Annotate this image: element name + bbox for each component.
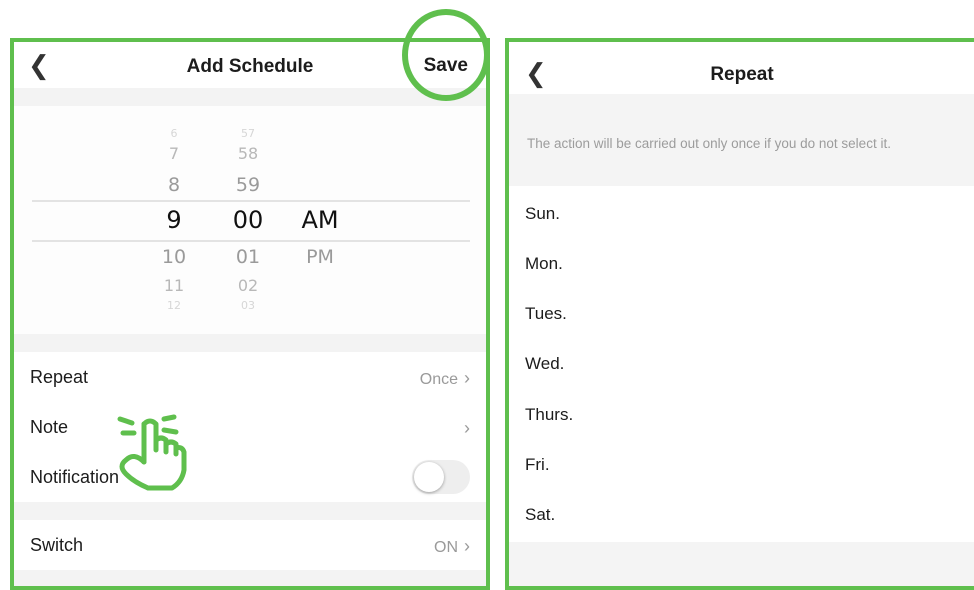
picker-minute-option[interactable]: 59 xyxy=(213,176,283,195)
page-title: Repeat xyxy=(710,64,774,85)
notification-row: Notification xyxy=(14,452,486,502)
day-option-fri[interactable]: Fri. xyxy=(525,455,550,475)
repeat-panel: ❮ Repeat The action will be carried out … xyxy=(505,38,974,590)
time-picker[interactable]: 6 7 8 9 10 11 12 57 58 59 00 01 02 03 AM… xyxy=(14,106,486,334)
note-row[interactable]: Note › xyxy=(14,402,486,452)
switch-row[interactable]: Switch ON › xyxy=(14,520,486,570)
picker-minute-option[interactable]: 01 xyxy=(213,248,283,267)
picker-minute-option[interactable]: 57 xyxy=(213,128,283,139)
picker-period-selected[interactable]: AM xyxy=(285,208,355,232)
add-schedule-panel: ❮ Add Schedule Save 6 7 8 9 10 11 12 57 … xyxy=(10,38,490,590)
chevron-right-icon: › xyxy=(464,368,470,388)
notification-label: Notification xyxy=(30,467,120,487)
chevron-right-icon: › xyxy=(464,536,470,556)
save-button[interactable]: Save xyxy=(424,55,468,77)
day-option-wed[interactable]: Wed. xyxy=(525,354,564,374)
day-option-tues[interactable]: Tues. xyxy=(525,304,567,324)
picker-period-option[interactable]: PM xyxy=(285,248,355,267)
switch-value: ON › xyxy=(434,536,470,557)
picker-hour-option[interactable]: 10 xyxy=(139,248,209,267)
section-divider xyxy=(14,502,486,520)
picker-line-top xyxy=(32,200,470,202)
switch-value-text: ON xyxy=(434,539,458,556)
note-value: › xyxy=(458,418,470,439)
section-divider xyxy=(14,570,486,586)
repeat-label: Repeat xyxy=(30,367,89,387)
nav-bar: ❮ Add Schedule Save xyxy=(14,42,486,88)
bottom-spacer xyxy=(509,542,974,586)
picker-hour-option[interactable]: 6 xyxy=(139,128,209,139)
toggle-knob xyxy=(414,462,444,492)
nav-bar: ❮ Repeat xyxy=(509,42,974,94)
day-option-thurs[interactable]: Thurs. xyxy=(525,405,573,425)
repeat-value-text: Once xyxy=(419,371,458,388)
section-divider xyxy=(14,334,486,352)
picker-minute-option[interactable]: 02 xyxy=(213,278,283,294)
picker-minute-selected[interactable]: 00 xyxy=(213,208,283,232)
hint-text: The action will be carried out only once… xyxy=(527,136,891,151)
picker-minute-option[interactable]: 58 xyxy=(213,146,283,162)
picker-hour-option[interactable]: 8 xyxy=(139,176,209,195)
picker-hour-option[interactable]: 11 xyxy=(139,278,209,294)
picker-hour-option[interactable]: 7 xyxy=(139,146,209,162)
section-divider xyxy=(14,88,486,106)
chevron-right-icon: › xyxy=(464,418,470,438)
day-option-mon[interactable]: Mon. xyxy=(525,254,563,274)
day-option-sat[interactable]: Sat. xyxy=(525,505,555,525)
switch-label: Switch xyxy=(30,535,84,555)
page-title: Add Schedule xyxy=(186,56,314,77)
note-label: Note xyxy=(30,417,69,437)
picker-minute-option[interactable]: 03 xyxy=(213,300,283,311)
repeat-row[interactable]: Repeat Once › xyxy=(14,352,486,402)
day-option-sun[interactable]: Sun. xyxy=(525,204,560,224)
picker-hour-option[interactable]: 12 xyxy=(139,300,209,311)
hint-section: The action will be carried out only once… xyxy=(509,94,974,186)
picker-line-bottom xyxy=(32,240,470,242)
picker-hour-selected[interactable]: 9 xyxy=(139,208,209,232)
notification-toggle[interactable] xyxy=(412,460,470,494)
day-list: Sun. Mon. Tues. Wed. Thurs. Fri. Sat. xyxy=(509,186,974,542)
repeat-value: Once › xyxy=(420,368,470,389)
